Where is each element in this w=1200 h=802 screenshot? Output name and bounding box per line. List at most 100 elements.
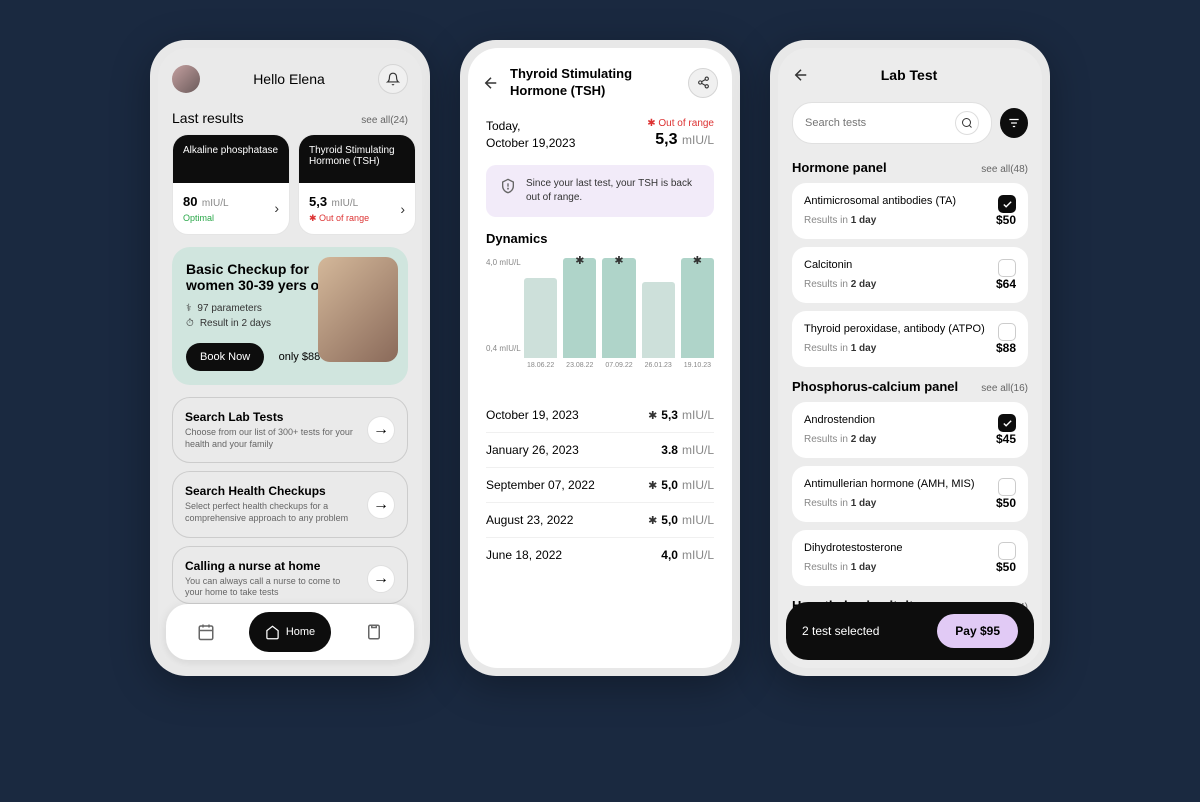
- see-all-results[interactable]: see all(24): [361, 115, 408, 126]
- last-results-header: Last results see all(24): [158, 110, 422, 134]
- clipboard-icon: [365, 623, 383, 641]
- chart-bar[interactable]: [524, 278, 557, 358]
- greeting: Hello Elena: [210, 71, 368, 87]
- back-button[interactable]: [482, 74, 500, 92]
- back-button[interactable]: [792, 66, 810, 84]
- alert-banner: Since your last test, your TSH is back o…: [486, 165, 714, 217]
- avatar[interactable]: [172, 65, 200, 93]
- result-card-alkaline[interactable]: Alkaline phosphatase 80 mIU/L Optimal ›: [172, 134, 290, 235]
- history-date: August 23, 2022: [486, 513, 573, 527]
- history-date: September 07, 2022: [486, 478, 595, 492]
- over-range-icon: ✱: [614, 254, 623, 267]
- chart-bar[interactable]: ✱: [563, 258, 596, 358]
- arrow-right-icon: →: [367, 491, 395, 519]
- chart-bar[interactable]: ✱: [602, 258, 635, 358]
- see-all-phosphorus[interactable]: see all(16): [981, 383, 1028, 394]
- tab-home[interactable]: Home: [249, 612, 331, 652]
- history-row[interactable]: August 23, 2022✱5,0 mIU/L: [486, 503, 714, 538]
- history-value: 3.8: [661, 443, 678, 457]
- test-price: $88: [996, 341, 1016, 355]
- result-cards: Alkaline phosphatase 80 mIU/L Optimal › …: [158, 134, 422, 235]
- test-checkbox[interactable]: [998, 259, 1016, 277]
- test-checkbox[interactable]: [998, 195, 1016, 213]
- chart-label: 18.06.22: [524, 362, 557, 369]
- filter-button[interactable]: [1000, 108, 1028, 138]
- tab-home-label: Home: [286, 626, 315, 638]
- see-all-hormone[interactable]: see all(48): [981, 164, 1028, 175]
- nav-search-checkups[interactable]: Search Health Checkups Select perfect he…: [172, 471, 408, 537]
- pay-button[interactable]: Pay $95: [937, 614, 1018, 648]
- over-range-icon: ✱: [575, 254, 584, 267]
- home-icon: [265, 625, 280, 640]
- clock-icon: ⏱: [186, 318, 194, 329]
- test-result-time: Results in 1 day: [804, 498, 876, 509]
- nav-call-nurse[interactable]: Calling a nurse at home You can always c…: [172, 546, 408, 604]
- test-checkbox[interactable]: [998, 323, 1016, 341]
- tab-clipboard[interactable]: [354, 612, 394, 652]
- test-card[interactable]: Thyroid peroxidase, antibody (ATPO) Resul…: [792, 311, 1028, 367]
- chart-bar[interactable]: [642, 282, 675, 358]
- chart-label: 19.10.23: [681, 362, 714, 369]
- nav-sub: Select perfect health checkups for a com…: [185, 501, 357, 524]
- promo-price: only $88: [279, 351, 321, 363]
- chart-bar[interactable]: ✱: [681, 258, 714, 358]
- test-checkbox[interactable]: [998, 542, 1016, 560]
- promo-time: Result in 2 days: [200, 318, 271, 329]
- tab-bar: Home: [166, 604, 414, 660]
- search-input[interactable]: [805, 117, 947, 129]
- history-value: 4,0: [661, 548, 678, 562]
- range-status: ✱ Out of range: [647, 118, 714, 129]
- tab-calendar[interactable]: [186, 612, 226, 652]
- history-row[interactable]: January 26, 2023 3.8 mIU/L: [486, 433, 714, 468]
- today-label: Today,: [486, 118, 575, 135]
- result-status: Optimal: [183, 213, 229, 223]
- history-row[interactable]: October 19, 2023✱5,3 mIU/L: [486, 398, 714, 433]
- notifications-button[interactable]: [378, 64, 408, 94]
- search-icon: [961, 117, 973, 129]
- history-unit: mIU/L: [682, 443, 714, 457]
- test-name: Antimullerian hormone (AMH, MIS): [804, 478, 1016, 490]
- share-button[interactable]: [688, 68, 718, 98]
- test-name: Thyroid peroxidase, antibody (ATPO): [804, 323, 1016, 335]
- history-date: January 26, 2023: [486, 443, 579, 457]
- search-submit[interactable]: [955, 111, 979, 135]
- test-result-time: Results in 1 day: [804, 562, 876, 573]
- history-list: October 19, 2023✱5,3 mIU/LJanuary 26, 20…: [468, 388, 732, 582]
- result-unit: mIU/L: [202, 198, 229, 209]
- chevron-right-icon: ›: [274, 200, 279, 216]
- chart-label: 07.09.22: [602, 362, 635, 369]
- promo-image: [318, 257, 398, 362]
- test-card[interactable]: Antimullerian hormone (AMH, MIS) Results …: [792, 466, 1028, 522]
- test-card[interactable]: AndrostendionResults in 2 day$45: [792, 402, 1028, 458]
- history-value: 5,0: [661, 513, 678, 527]
- promo-card[interactable]: Basic Checkup for women 30-39 yers old ⚕…: [172, 247, 408, 385]
- result-card-tsh[interactable]: Thyroid Stimulating Hormone (TSH) 5,3 mI…: [298, 134, 416, 235]
- lab-test-screen: Lab Test Hormone panel see all(48) Antim…: [770, 40, 1050, 676]
- over-range-icon: ✱: [648, 479, 657, 492]
- test-card[interactable]: CalcitoninResults in 2 day$64: [792, 247, 1028, 303]
- history-value: 5,0: [661, 478, 678, 492]
- axis-top: 4,0 mIU/L: [486, 258, 521, 267]
- detail-unit: mIU/L: [682, 133, 714, 147]
- history-value: 5,3: [661, 408, 678, 422]
- history-row[interactable]: September 07, 2022✱5,0 mIU/L: [486, 468, 714, 503]
- nav-search-tests[interactable]: Search Lab Tests Choose from our list of…: [172, 397, 408, 463]
- result-status: ✱ Out of range: [309, 213, 369, 224]
- nav-sub: Choose from our list of 300+ tests for y…: [185, 427, 357, 450]
- history-row[interactable]: June 18, 20224,0 mIU/L: [486, 538, 714, 572]
- test-checkbox[interactable]: [998, 414, 1016, 432]
- share-icon: [697, 76, 710, 89]
- history-unit: mIU/L: [682, 408, 714, 422]
- test-card[interactable]: DihydrotestosteroneResults in 1 day$50: [792, 530, 1028, 586]
- test-checkbox[interactable]: [998, 478, 1016, 496]
- test-card[interactable]: Antimicrosomal antibodies (TA)Results in…: [792, 183, 1028, 239]
- history-date: October 19, 2023: [486, 408, 579, 422]
- check-icon: [1002, 199, 1013, 210]
- axis-bot: 0,4 mIU/L: [486, 344, 521, 353]
- search-box[interactable]: [792, 102, 992, 144]
- alert-text: Since your last test, your TSH is back o…: [526, 177, 700, 205]
- panel-title: Hormone panel: [792, 160, 887, 175]
- nav-title: Calling a nurse at home: [185, 559, 357, 573]
- test-result-time: Results in 1 day: [804, 343, 876, 354]
- book-now-button[interactable]: Book Now: [186, 343, 264, 371]
